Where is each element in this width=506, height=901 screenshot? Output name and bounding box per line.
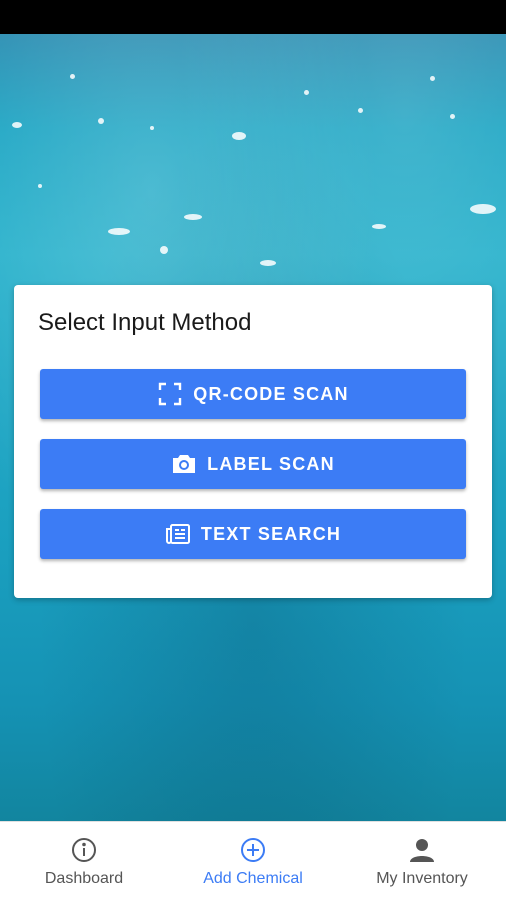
button-label: QR-CODE SCAN [193, 383, 349, 404]
bubble [12, 122, 22, 128]
nav-label: Add Chemical [203, 870, 303, 887]
bubble [358, 108, 363, 113]
bottom-navigation: Dashboard Add Chemical My Inventory [0, 821, 506, 901]
card-title: Select Input Method [38, 309, 252, 336]
bubble [430, 76, 435, 81]
nav-label: My Inventory [376, 870, 468, 887]
text-search-button[interactable]: TEXT SEARCH [40, 509, 466, 559]
button-label: TEXT SEARCH [200, 523, 342, 544]
bubble [304, 90, 309, 95]
bubble [450, 114, 455, 119]
add-circle-icon [239, 836, 267, 864]
bubble [150, 126, 154, 130]
nav-item-add-chemical[interactable]: Add Chemical [169, 822, 337, 901]
camera-icon [171, 451, 197, 477]
bubble [260, 260, 276, 266]
qr-scan-icon [157, 381, 183, 407]
bubble [70, 74, 75, 79]
newspaper-icon [165, 521, 191, 547]
nav-label: Dashboard [44, 870, 124, 887]
status-bar [0, 0, 506, 34]
label-scan-button[interactable]: LABEL SCAN [40, 439, 466, 489]
bubble [38, 184, 42, 188]
person-icon [408, 836, 436, 864]
bubble [98, 118, 104, 124]
bubble [372, 224, 386, 229]
bubble [184, 214, 202, 220]
bubble [108, 228, 130, 235]
bubble [160, 246, 168, 254]
nav-item-my-inventory[interactable]: My Inventory [338, 822, 506, 901]
bubble [232, 132, 246, 140]
qr-code-scan-button[interactable]: QR-CODE SCAN [40, 369, 466, 419]
info-icon [70, 836, 98, 864]
bubble [470, 204, 496, 214]
nav-item-dashboard[interactable]: Dashboard [0, 822, 168, 901]
input-method-card: Select Input Method QR-CODE SCAN LABEL S… [14, 285, 492, 598]
button-label: LABEL SCAN [207, 453, 335, 474]
